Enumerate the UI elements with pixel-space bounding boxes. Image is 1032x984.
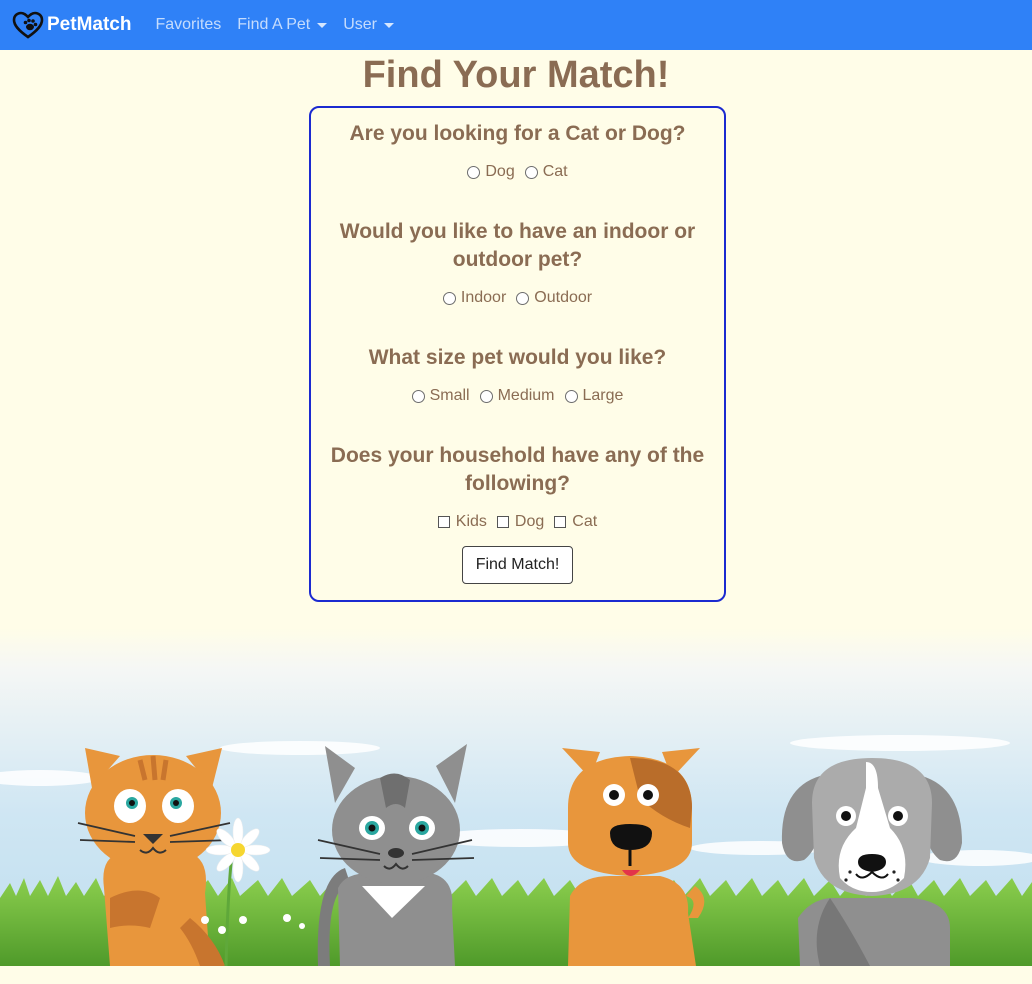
page-title: Find Your Match! — [362, 54, 670, 96]
radio-indoor[interactable]: Indoor — [442, 289, 507, 307]
question-household: Does your household have any of the foll… — [311, 442, 724, 498]
radio-large[interactable]: Large — [564, 387, 624, 405]
nav-find-a-pet-label: Find A Pet — [237, 16, 311, 33]
caret-down-icon — [317, 22, 328, 28]
checkbox-box[interactable] — [496, 516, 509, 528]
radio-large-label: Large — [582, 387, 624, 404]
radio-dog-label: Dog — [485, 163, 515, 180]
question-size: What size pet would you like? — [368, 346, 667, 369]
radio-circle[interactable] — [442, 291, 456, 305]
radio-dog[interactable]: Dog — [467, 163, 515, 181]
nav-user-dropdown[interactable]: User — [343, 16, 394, 34]
pet-type-options: Dog Cat — [311, 163, 724, 181]
radio-small-label: Small — [429, 387, 470, 404]
size-options: Small Medium Large — [311, 387, 724, 405]
checkbox-cat[interactable]: Cat — [554, 513, 597, 531]
radio-small[interactable]: Small — [411, 387, 470, 405]
radio-outdoor-label: Outdoor — [534, 289, 593, 306]
question-household-line2: following? — [465, 472, 570, 495]
radio-circle[interactable] — [516, 291, 530, 305]
question-household-line1: Does your household have any of the — [330, 444, 705, 467]
radio-circle[interactable] — [467, 165, 481, 179]
radio-medium-label: Medium — [497, 387, 555, 404]
checkbox-kids-label: Kids — [455, 513, 487, 530]
radio-circle[interactable] — [524, 165, 538, 179]
checkbox-cat-label: Cat — [572, 513, 598, 530]
checkbox-dog-label: Dog — [514, 513, 545, 530]
paw-heart-icon — [12, 11, 44, 39]
radio-indoor-label: Indoor — [460, 289, 507, 306]
nav-favorites-label: Favorites — [155, 16, 222, 33]
checkbox-box[interactable] — [554, 516, 567, 528]
gray-cat — [317, 744, 475, 966]
checkbox-box[interactable] — [437, 516, 450, 528]
brand-link[interactable]: PetMatch — [12, 11, 131, 39]
radio-circle[interactable] — [564, 389, 578, 403]
nav-user-label: User — [343, 16, 377, 33]
caret-down-icon — [383, 22, 394, 28]
brown-dog — [562, 748, 705, 966]
question-indoor-line1: Would you like to have an indoor or — [339, 220, 696, 243]
question-indoor-outdoor: Would you like to have an indoor or outd… — [311, 218, 724, 274]
match-form: Are you looking for a Cat or Dog? Dog Ca… — [309, 106, 726, 602]
pets-banner-illustration — [0, 628, 1032, 966]
radio-cat[interactable]: Cat — [524, 163, 568, 181]
radio-medium[interactable]: Medium — [479, 387, 555, 405]
checkbox-kids[interactable]: Kids — [437, 513, 487, 531]
question-pet-type: Are you looking for a Cat or Dog? — [349, 122, 686, 145]
household-options: Kids Dog Cat — [311, 513, 724, 531]
radio-outdoor[interactable]: Outdoor — [516, 289, 592, 307]
brand-name: PetMatch — [47, 14, 132, 35]
nav-find-a-pet-dropdown[interactable]: Find A Pet — [237, 16, 328, 34]
radio-circle[interactable] — [479, 389, 493, 403]
page-footer-strip — [0, 966, 1032, 984]
find-match-button[interactable]: Find Match! — [462, 546, 573, 584]
nav-favorites[interactable]: Favorites — [155, 16, 221, 34]
question-indoor-line2: outdoor pet? — [452, 248, 583, 271]
checkbox-dog[interactable]: Dog — [496, 513, 545, 531]
indoor-options: Indoor Outdoor — [311, 289, 724, 307]
radio-circle[interactable] — [411, 389, 425, 403]
navbar: PetMatch Favorites Find A Pet User — [0, 0, 1032, 50]
radio-cat-label: Cat — [542, 163, 568, 180]
